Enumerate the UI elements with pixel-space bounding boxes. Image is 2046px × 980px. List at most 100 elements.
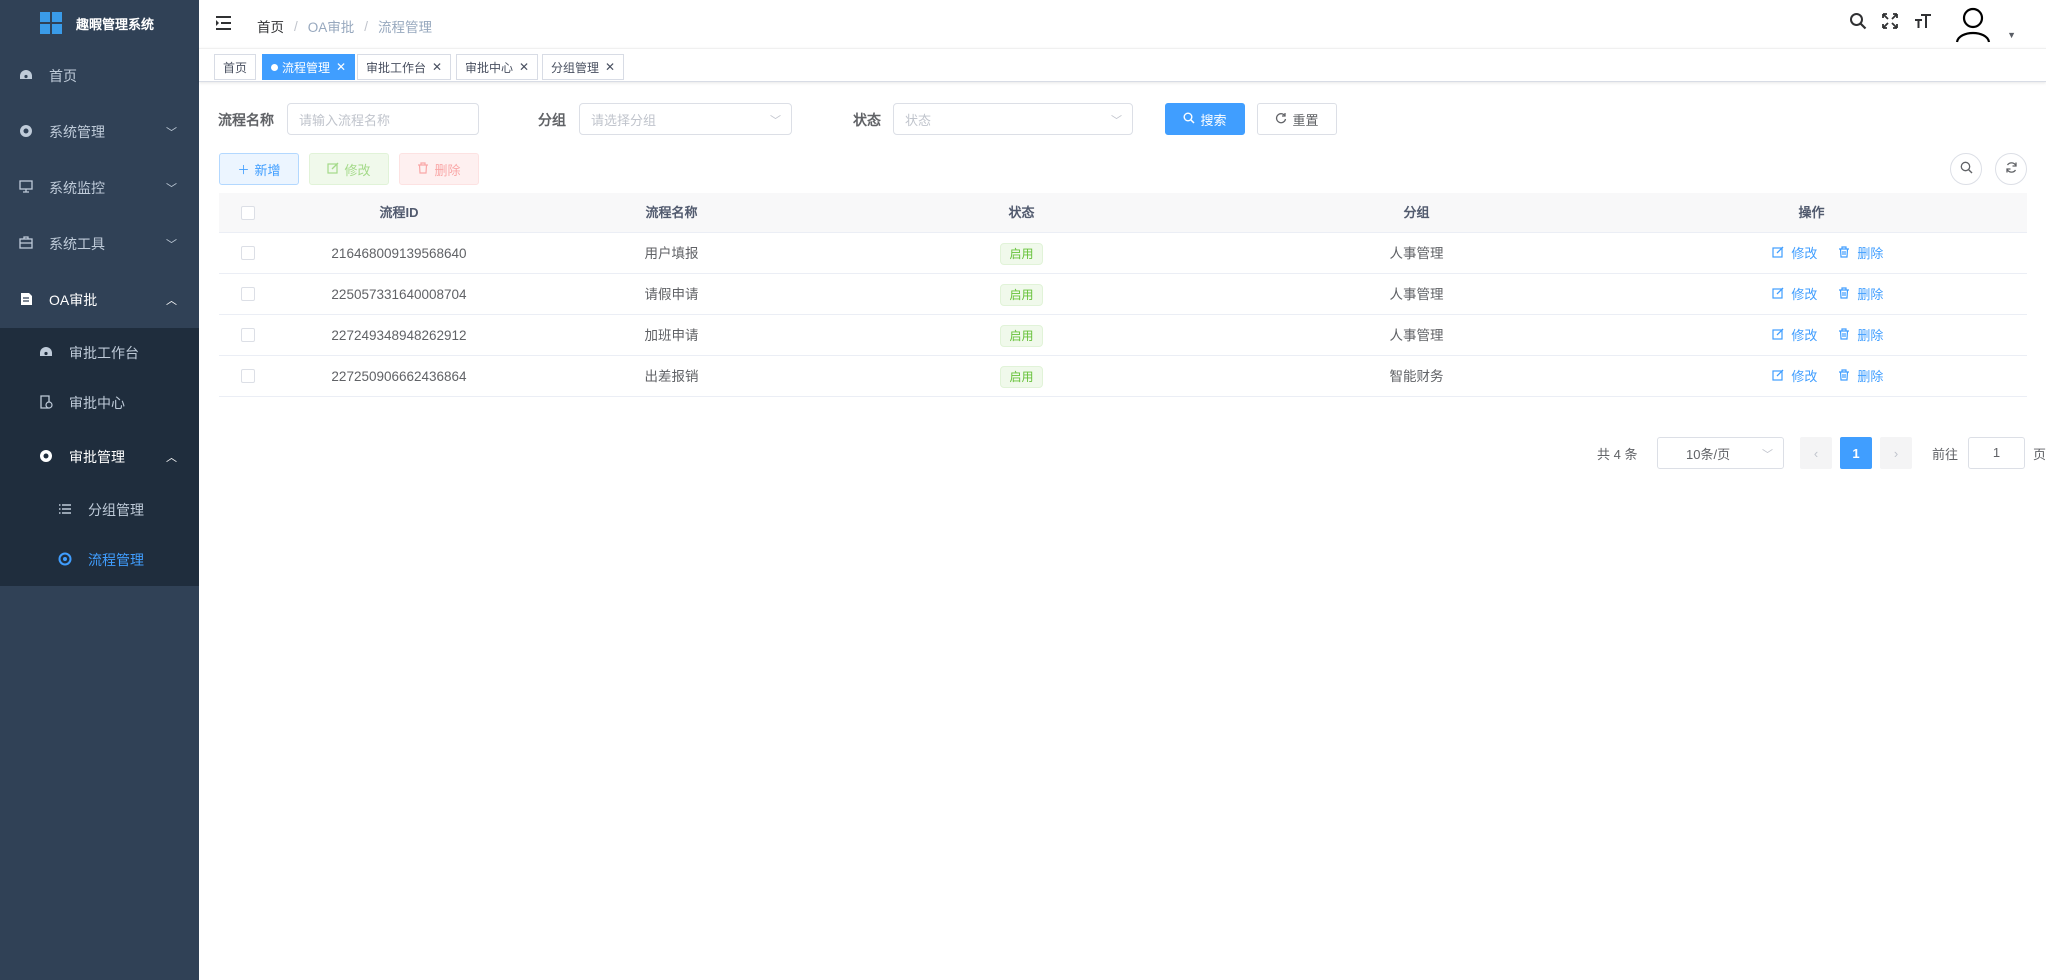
sidebar-item-group-manage[interactable]: 分组管理 <box>0 485 199 535</box>
close-icon[interactable]: ✕ <box>432 60 442 74</box>
add-button[interactable]: ＋ 新增 <box>219 153 299 185</box>
flow-table: 流程ID 流程名称 状态 分组 操作 216468009139568640 用户… <box>219 193 2027 397</box>
dashboard-icon <box>18 69 34 84</box>
group-label: 分组 <box>538 112 566 128</box>
toggle-search-button[interactable] <box>1950 153 1982 185</box>
row-edit-link[interactable]: 修改 <box>1772 315 1817 356</box>
chevron-up-icon: ︿ <box>166 452 177 464</box>
cell-group: 人事管理 <box>1389 287 1444 302</box>
goto-page-input[interactable]: 1 <box>1968 437 2025 469</box>
cell-status: 启用 <box>824 315 1219 356</box>
sidebar-item-home[interactable]: 首页 <box>0 48 199 104</box>
prev-page-button[interactable]: ‹ <box>1800 437 1832 469</box>
delete-button[interactable]: 删除 <box>399 153 479 185</box>
refresh-button[interactable] <box>1995 153 2027 185</box>
close-icon[interactable]: ✕ <box>519 60 529 74</box>
flow-name-input[interactable]: 请输入流程名称 <box>287 103 479 135</box>
hamburger-icon[interactable] <box>215 15 232 35</box>
font-size-icon[interactable] <box>1914 12 1932 36</box>
tag-approval-center[interactable]: 审批中心 ✕ <box>456 54 539 80</box>
status-select[interactable]: 状态 ﹀ <box>893 103 1133 135</box>
cell-group: 人事管理 <box>1389 328 1444 343</box>
cell-flow-id: 225057331640008704 <box>331 287 467 302</box>
tag-group-manage[interactable]: 分组管理 ✕ <box>542 54 625 80</box>
column-header-group: 分组 <box>1403 205 1430 220</box>
group-select[interactable]: 请选择分组 ﹀ <box>579 103 792 135</box>
sidebar-item-approval-center[interactable]: 审批中心 <box>0 378 199 428</box>
plus-icon: ＋ <box>237 162 250 177</box>
breadcrumb-home[interactable]: 首页 <box>257 16 284 36</box>
flow-name-label: 流程名称 <box>218 112 274 128</box>
edit-icon <box>327 162 339 177</box>
edit-icon <box>1772 287 1787 302</box>
close-icon[interactable]: ✕ <box>336 60 346 74</box>
chevron-down-icon: ﹀ <box>770 115 781 127</box>
search-icon <box>1183 112 1196 127</box>
row-delete-link[interactable]: 删除 <box>1838 233 1883 274</box>
page-size-select[interactable]: 10条/页 ﹀ <box>1657 437 1784 469</box>
row-delete-link[interactable]: 删除 <box>1838 315 1883 356</box>
table-row: 225057331640008704 请假申请 启用 人事管理 修改 删除 <box>219 274 2027 315</box>
row-edit-link[interactable]: 修改 <box>1772 233 1817 274</box>
list-icon <box>57 503 73 518</box>
approve-icon <box>38 394 54 412</box>
row-edit-link[interactable]: 修改 <box>1772 356 1817 397</box>
sidebar-item-approval-workbench[interactable]: 审批工作台 <box>0 328 199 378</box>
top-navbar: 首页 / OA审批 / 流程管理 ▼ <box>199 0 2046 48</box>
search-button[interactable]: 搜索 <box>1165 103 1245 135</box>
sidebar-item-system-manage[interactable]: 系统管理 ﹀ <box>0 104 199 160</box>
edit-icon <box>1772 328 1787 343</box>
row-delete-link[interactable]: 删除 <box>1838 356 1883 397</box>
row-edit-link[interactable]: 修改 <box>1772 274 1817 315</box>
sidebar-item-flow-manage[interactable]: 流程管理 <box>0 535 199 585</box>
logo[interactable]: 趣暇管理系统 <box>0 0 199 46</box>
tool-icon <box>18 236 34 252</box>
active-dot-icon <box>271 63 278 71</box>
system-icon <box>18 124 34 141</box>
row-checkbox[interactable] <box>241 287 255 301</box>
cell-status: 启用 <box>824 233 1219 274</box>
cell-flow-id: 227249348948262912 <box>331 328 467 343</box>
row-delete-link[interactable]: 删除 <box>1838 274 1883 315</box>
row-checkbox[interactable] <box>241 328 255 342</box>
refresh-icon <box>2005 161 2018 177</box>
page-number-button[interactable]: 1 <box>1840 437 1872 469</box>
avatar[interactable] <box>1953 4 1993 44</box>
sidebar-item-approval-manage[interactable]: 审批管理 ︿ <box>0 432 199 482</box>
cell-status: 启用 <box>824 274 1219 315</box>
chevron-left-icon: ‹ <box>1813 445 1819 461</box>
trash-icon <box>1838 369 1853 384</box>
row-checkbox[interactable] <box>241 369 255 383</box>
tag-approval-workbench[interactable]: 审批工作台 ✕ <box>357 54 452 80</box>
edit-button[interactable]: 修改 <box>309 153 389 185</box>
cell-flow-name: 请假申请 <box>644 287 699 302</box>
sidebar-item-system-tool[interactable]: 系统工具 ﹀ <box>0 216 199 272</box>
status-badge: 启用 <box>1000 284 1043 306</box>
goto-label: 前往 <box>1932 447 1959 462</box>
cell-flow-id: 216468009139568640 <box>331 246 467 261</box>
chevron-right-icon: › <box>1893 445 1899 461</box>
select-all-checkbox[interactable] <box>241 206 255 220</box>
next-page-button[interactable]: › <box>1880 437 1912 469</box>
app-logo-icon <box>40 12 62 34</box>
cell-flow-name: 出差报销 <box>644 369 699 384</box>
cell-group: 智能财务 <box>1389 369 1444 384</box>
sidebar-item-oa[interactable]: OA审批 ︿ <box>0 272 199 328</box>
row-checkbox[interactable] <box>241 246 255 260</box>
search-icon[interactable] <box>1849 12 1867 36</box>
edit-icon <box>1772 246 1787 261</box>
tag-flow-manage[interactable]: 流程管理 ✕ <box>262 54 356 80</box>
edit-icon <box>1772 369 1787 384</box>
caret-down-icon[interactable]: ▼ <box>2007 30 2016 40</box>
sidebar-item-system-monitor[interactable]: 系统监控 ﹀ <box>0 160 199 216</box>
chevron-down-icon: ﹀ <box>166 183 177 195</box>
cell-flow-name: 用户填报 <box>644 246 699 261</box>
cell-flow-name: 加班申请 <box>644 328 699 343</box>
tag-home[interactable]: 首页 <box>214 54 257 80</box>
column-header-status: 状态 <box>1008 205 1035 220</box>
fullscreen-icon[interactable] <box>1881 12 1899 36</box>
reset-button[interactable]: 重置 <box>1257 103 1337 135</box>
tags-view: 首页 流程管理 ✕ 审批工作台 ✕ 审批中心 ✕ 分组管理 ✕ <box>199 48 2046 82</box>
close-icon[interactable]: ✕ <box>605 60 615 74</box>
chevron-up-icon: ︿ <box>166 295 177 307</box>
